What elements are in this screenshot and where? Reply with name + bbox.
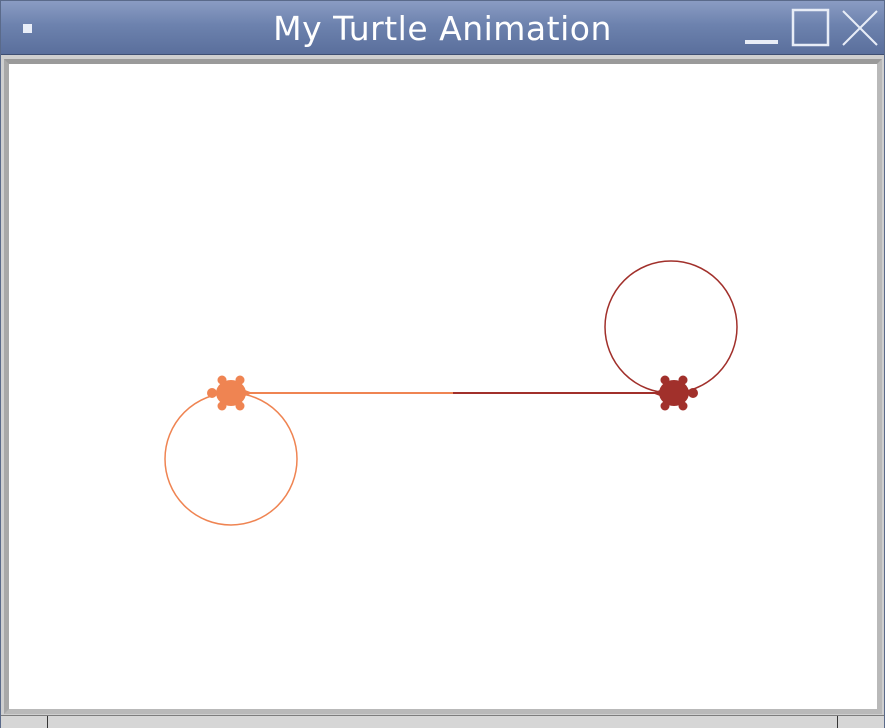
canvas-frame [4,59,882,714]
red-circle-path [604,260,738,394]
turtle-drawing [164,260,738,526]
resize-grip-right[interactable] [837,716,838,728]
close-icon[interactable] [839,7,881,49]
turtle-icon [207,375,253,411]
bottom-resize-border[interactable] [1,715,884,728]
maximize-icon[interactable] [790,7,832,49]
title-bar[interactable]: My Turtle Animation [1,1,884,55]
minimize-icon[interactable] [741,7,783,49]
orange-circle-path [164,392,298,526]
turtle-icon [652,375,698,411]
turtle-canvas[interactable] [9,64,877,709]
resize-grip-left[interactable] [47,716,48,728]
app-window: My Turtle Animation [0,0,885,728]
